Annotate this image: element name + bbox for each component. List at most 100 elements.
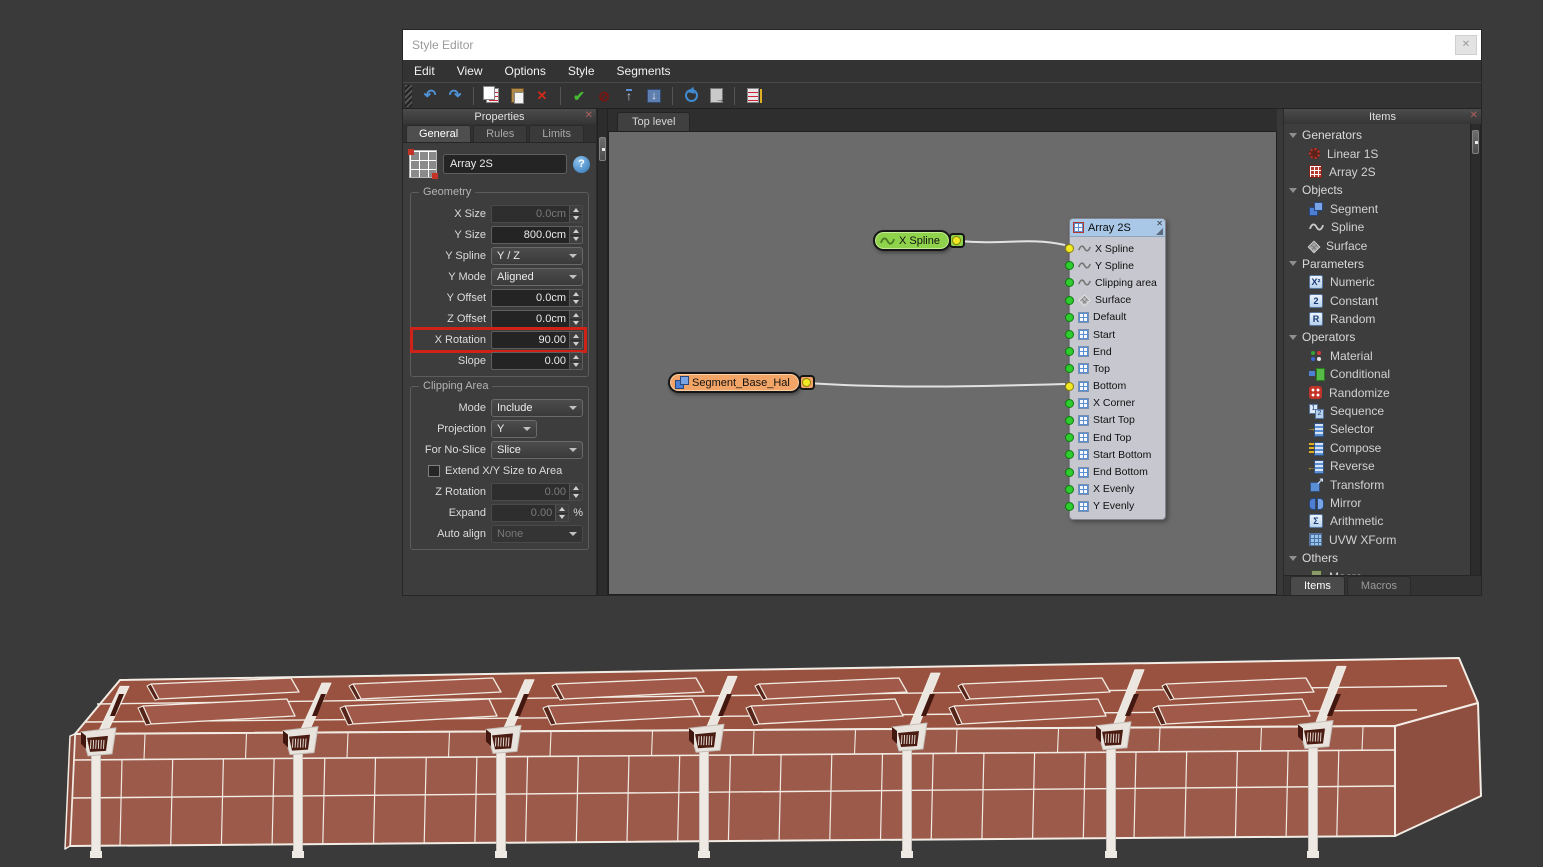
input-port-green[interactable]	[1065, 296, 1074, 305]
y-size-spinner[interactable]	[569, 227, 582, 243]
menu-style[interactable]: Style	[557, 60, 606, 83]
send-to-top-button[interactable]: ↑	[618, 85, 640, 107]
z-rotation-spinner[interactable]	[569, 484, 582, 500]
input-port-yellow[interactable]	[1065, 244, 1074, 253]
properties-scrollbar[interactable]	[597, 109, 608, 595]
array-node-header[interactable]: Array 2S ✕	[1070, 219, 1165, 237]
input-port-yellow[interactable]	[1065, 382, 1074, 391]
menu-view[interactable]: View	[446, 60, 494, 83]
input-port-green[interactable]	[1065, 364, 1074, 373]
tree-item-linear-1s[interactable]: Linear 1S	[1284, 144, 1481, 162]
z-offset-field[interactable]: 0.0cm	[491, 310, 583, 328]
tree-item-material[interactable]: Material	[1284, 347, 1481, 365]
tree-item-compose[interactable]: Compose	[1284, 439, 1481, 457]
apply-button[interactable]: ✔	[568, 85, 590, 107]
properties-close-icon[interactable]: ✕	[585, 110, 593, 121]
y-offset-spinner[interactable]	[569, 290, 582, 306]
redo-button[interactable]: ↷	[444, 85, 466, 107]
tree-section-parameters[interactable]: Parameters	[1284, 255, 1481, 273]
tree-item-arithmetic[interactable]: ΣArithmetic	[1284, 512, 1481, 530]
tab-items[interactable]: Items	[1290, 576, 1345, 595]
tab-macros[interactable]: Macros	[1347, 576, 1411, 595]
spin-down-icon[interactable]	[570, 362, 582, 370]
y-size-field[interactable]: 800.0cm	[491, 226, 583, 244]
tree-item-array-2s[interactable]: Array 2S	[1284, 163, 1481, 181]
tab-rules[interactable]: Rules	[473, 125, 527, 142]
input-port-green[interactable]	[1065, 330, 1074, 339]
tree-item-transform[interactable]: Transform	[1284, 475, 1481, 493]
input-port-green[interactable]	[1065, 347, 1074, 356]
tree-item-numeric[interactable]: X²Numeric	[1284, 273, 1481, 291]
input-port-green[interactable]	[1065, 433, 1074, 442]
spin-up-icon[interactable]	[570, 332, 582, 341]
generator-name-input[interactable]: Array 2S	[443, 154, 567, 174]
x-rotation-field[interactable]: 90.00	[491, 331, 583, 349]
y-offset-field[interactable]: 0.0cm	[491, 289, 583, 307]
output-port[interactable]	[802, 378, 811, 387]
x-size-spinner[interactable]	[569, 206, 582, 222]
output-port[interactable]	[952, 236, 961, 245]
y-spline-dropdown[interactable]: Y / Z	[491, 247, 583, 265]
array-node-collapse-icon[interactable]	[1156, 228, 1163, 235]
items-close-icon[interactable]: ✕	[1470, 110, 1478, 121]
collapse-arrow-icon[interactable]	[1289, 133, 1297, 138]
tree-item-uvw-xform[interactable]: UVW XForm	[1284, 531, 1481, 549]
collapse-arrow-icon[interactable]	[1289, 261, 1297, 266]
window-close-button[interactable]: ✕	[1455, 35, 1477, 55]
items-scrollbar[interactable]	[1470, 124, 1481, 575]
tree-item-spline[interactable]: Spline	[1284, 218, 1481, 236]
paste-button[interactable]	[506, 85, 528, 107]
array-node-close-icon[interactable]: ✕	[1156, 219, 1163, 228]
input-port-green[interactable]	[1065, 502, 1074, 511]
input-port-green[interactable]	[1065, 278, 1074, 287]
input-port-green[interactable]	[1065, 399, 1074, 408]
spin-up-icon[interactable]	[570, 353, 582, 362]
properties-scrollbar-thumb[interactable]	[599, 137, 606, 161]
undo-button[interactable]: ↶	[419, 85, 441, 107]
tab-limits[interactable]: Limits	[529, 125, 584, 142]
menu-segments[interactable]: Segments	[606, 60, 682, 83]
tree-item-conditional[interactable]: Conditional	[1284, 365, 1481, 383]
title-bar[interactable]: Style Editor ✕	[403, 30, 1481, 60]
spin-up-icon[interactable]	[570, 484, 582, 493]
refresh-button[interactable]	[680, 85, 702, 107]
revert-button[interactable]: ⊘	[593, 85, 615, 107]
node-canvas[interactable]: X Spline Segment_Base_Hal Array 2S	[608, 131, 1277, 595]
tree-item-random[interactable]: RRandom	[1284, 310, 1481, 328]
collapse-arrow-icon[interactable]	[1289, 335, 1297, 340]
items-scrollbar-thumb[interactable]	[1472, 130, 1479, 154]
spin-up-icon[interactable]	[570, 311, 582, 320]
delete-button[interactable]: ✕	[531, 85, 553, 107]
spin-up-icon[interactable]	[570, 206, 582, 215]
y-mode-dropdown[interactable]: Aligned	[491, 268, 583, 286]
spin-down-icon[interactable]	[570, 341, 582, 349]
node-segment-base-hal[interactable]: Segment_Base_Hal	[668, 372, 801, 393]
tree-item-selector[interactable]: Selector	[1284, 420, 1481, 438]
menu-options[interactable]: Options	[493, 60, 556, 83]
spin-down-icon[interactable]	[570, 320, 582, 328]
copy-button[interactable]	[481, 85, 503, 107]
collapse-arrow-icon[interactable]	[1289, 556, 1297, 561]
expand-spinner[interactable]	[555, 505, 568, 521]
input-port-green[interactable]	[1065, 468, 1074, 477]
tree-item-surface[interactable]: Surface	[1284, 236, 1481, 254]
spin-up-icon[interactable]	[570, 227, 582, 236]
input-port-green[interactable]	[1065, 416, 1074, 425]
help-button[interactable]: ?	[573, 156, 590, 173]
spin-down-icon[interactable]	[570, 236, 582, 244]
x-rotation-spinner[interactable]	[569, 332, 582, 348]
z-offset-spinner[interactable]	[569, 311, 582, 327]
extend-x-y-size-to-area-checkbox[interactable]	[428, 465, 440, 477]
tree-item-constant[interactable]: 2Constant	[1284, 292, 1481, 310]
menu-edit[interactable]: Edit	[403, 60, 446, 83]
slope-spinner[interactable]	[569, 353, 582, 369]
for-no-slice-dropdown[interactable]: Slice	[491, 441, 583, 459]
spin-down-icon[interactable]	[570, 215, 582, 223]
input-port-green[interactable]	[1065, 313, 1074, 322]
tree-item-segment[interactable]: Segment	[1284, 200, 1481, 218]
tree-item-macro[interactable]: Macro	[1284, 567, 1481, 575]
node-array-2s[interactable]: Array 2S ✕ X SplineY SplineClipping area…	[1069, 218, 1166, 520]
mode-dropdown[interactable]: Include	[491, 399, 583, 417]
spin-down-icon[interactable]	[556, 514, 568, 522]
tab-general[interactable]: General	[406, 125, 471, 142]
